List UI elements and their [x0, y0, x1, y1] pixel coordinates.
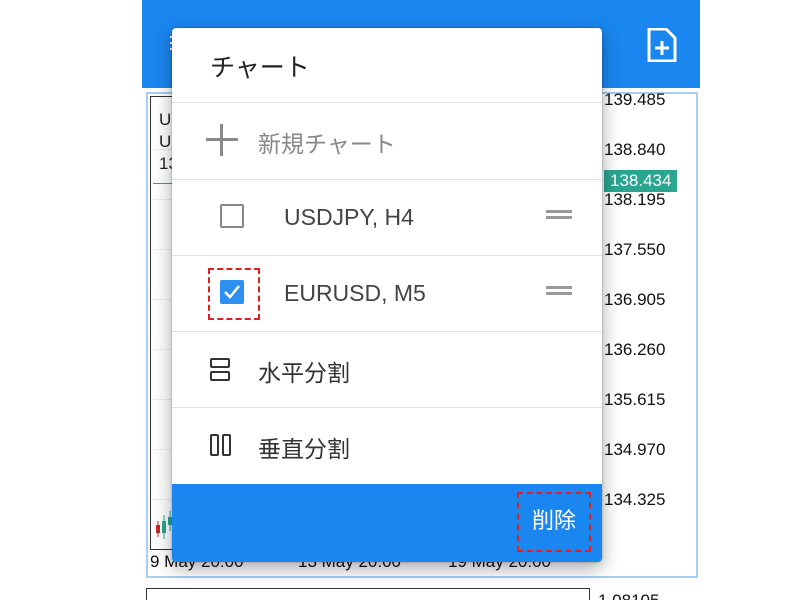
- y-tick: 134.325: [604, 490, 666, 509]
- current-price-badge: 138.434: [604, 170, 678, 192]
- drag-handle-icon[interactable]: [546, 210, 572, 224]
- chart-checkbox[interactable]: [220, 280, 244, 304]
- dialog-footer: 削除: [172, 484, 602, 562]
- y-tick: 138.195: [604, 190, 666, 209]
- new-chart-item[interactable]: 新規チャート: [172, 102, 602, 179]
- chart-list-item[interactable]: EURUSD, M5: [172, 255, 602, 332]
- y-tick: 1.08105: [598, 591, 659, 600]
- y-tick: 139.485: [604, 90, 666, 109]
- file-plus-icon[interactable]: [646, 28, 678, 62]
- delete-button[interactable]: 削除: [517, 492, 591, 552]
- dialog-title: チャート: [210, 53, 310, 82]
- second-chart-window[interactable]: [146, 588, 590, 600]
- chart-list-item[interactable]: USDJPY, H4: [172, 179, 602, 256]
- chart-list-label: EURUSD, M5: [284, 280, 426, 306]
- chart-dialog: チャート 新規チャート USDJPY, H4 EURUSD, M5 水平分割 垂…: [172, 28, 602, 562]
- y-tick: 134.970: [604, 440, 666, 459]
- drag-handle-icon[interactable]: [546, 286, 572, 300]
- y-tick: 135.615: [604, 390, 666, 409]
- y-tick: 137.550: [604, 240, 666, 259]
- check-icon: [224, 285, 240, 299]
- chart-list-label: USDJPY, H4: [284, 204, 414, 230]
- new-chart-label: 新規チャート: [258, 132, 396, 158]
- y-tick: 136.260: [604, 340, 666, 359]
- vertical-split-label: 垂直分割: [258, 437, 350, 463]
- horizontal-split-icon: [210, 358, 232, 382]
- y-tick: 138.840: [604, 140, 666, 159]
- horizontal-split-label: 水平分割: [258, 361, 350, 387]
- horizontal-split-item[interactable]: 水平分割: [172, 331, 602, 408]
- chart-checkbox[interactable]: [220, 204, 244, 228]
- vertical-split-icon: [210, 434, 234, 458]
- plus-icon: [206, 124, 238, 156]
- y-tick: 136.905: [604, 290, 666, 309]
- vertical-split-item[interactable]: 垂直分割: [172, 407, 602, 484]
